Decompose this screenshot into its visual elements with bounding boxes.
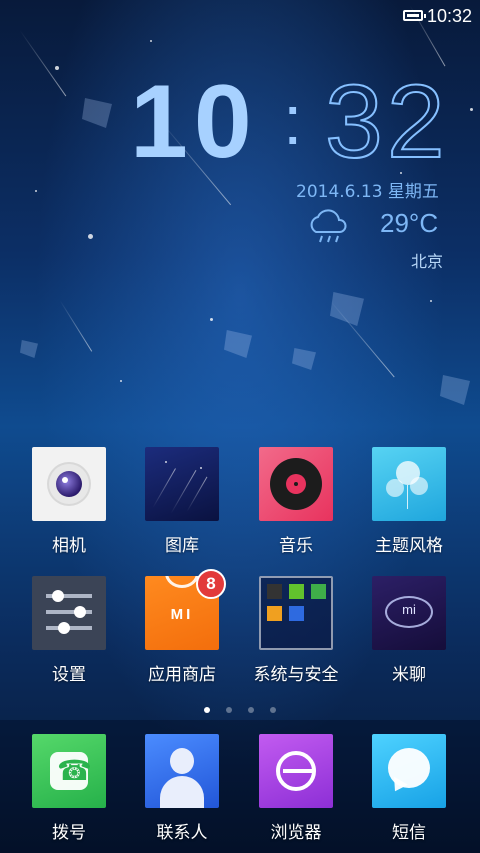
battery-full-icon [403, 10, 426, 21]
app-camera[interactable]: 相机 [12, 447, 126, 556]
app-label: 拨号 [52, 823, 86, 843]
app-label: 应用商店 [148, 665, 216, 685]
app-themes[interactable]: 主题风格 [352, 447, 466, 556]
messages-icon [372, 734, 446, 808]
folder-system-security[interactable]: 系统与安全 [239, 576, 353, 685]
phone-icon: ☎ [32, 734, 106, 808]
page-dot[interactable] [204, 707, 210, 713]
status-bar: 10:32 [0, 0, 480, 34]
app-contacts[interactable]: 联系人 [125, 734, 239, 843]
page-indicator[interactable] [0, 698, 480, 717]
clock-date: 2014.6.13 星期五 [296, 182, 439, 202]
app-browser[interactable]: 浏览器 [239, 734, 353, 843]
app-mi-store[interactable]: MI 8 应用商店 [125, 569, 239, 685]
app-settings[interactable]: 设置 [12, 576, 126, 685]
page-dot[interactable] [226, 707, 232, 713]
clock-minute: 32 [324, 64, 449, 180]
app-label: 米聊 [392, 665, 426, 685]
camera-icon [32, 447, 106, 521]
app-messages[interactable]: 短信 [352, 734, 466, 843]
app-gallery[interactable]: 图库 [125, 447, 239, 556]
themes-balloon-icon [372, 447, 446, 521]
gallery-icon [145, 447, 219, 521]
app-label: 音乐 [279, 536, 313, 556]
dock: ☎ 拨号 联系人 浏览器 短信 [0, 720, 480, 853]
app-label: 设置 [52, 665, 86, 685]
page-dot[interactable] [248, 707, 254, 713]
clock-colon: : [283, 81, 303, 159]
clock-widget[interactable]: 10 : 32 [0, 64, 480, 180]
home-screen: 10:32 10 : 32 2014.6.13 星期五 29°C 北京 相机 图… [0, 0, 480, 853]
status-time: 10:32 [426, 6, 472, 26]
browser-icon [259, 734, 333, 808]
miliao-chat-icon: mi [372, 576, 446, 650]
app-music[interactable]: 音乐 [239, 447, 353, 556]
app-label: 主题风格 [375, 536, 443, 556]
app-label: 短信 [392, 823, 426, 843]
cloud-rain-icon [310, 209, 347, 243]
settings-sliders-icon [32, 576, 106, 650]
app-label: 图库 [165, 536, 199, 556]
contacts-icon [145, 734, 219, 808]
app-miliao[interactable]: mi 米聊 [352, 576, 466, 685]
app-label: 系统与安全 [253, 665, 339, 685]
music-record-icon [259, 447, 333, 521]
folder-icon [259, 576, 333, 650]
app-label: 浏览器 [270, 823, 322, 843]
page-dot[interactable] [270, 707, 276, 713]
app-dialer[interactable]: ☎ 拨号 [12, 734, 126, 843]
notification-badge: 8 [196, 569, 226, 599]
weather-temperature: 29°C [380, 208, 439, 238]
app-label: 联系人 [156, 823, 208, 843]
clock-hour: 10 [130, 64, 258, 180]
app-label: 相机 [52, 536, 86, 556]
weather-city: 北京 [411, 252, 444, 271]
